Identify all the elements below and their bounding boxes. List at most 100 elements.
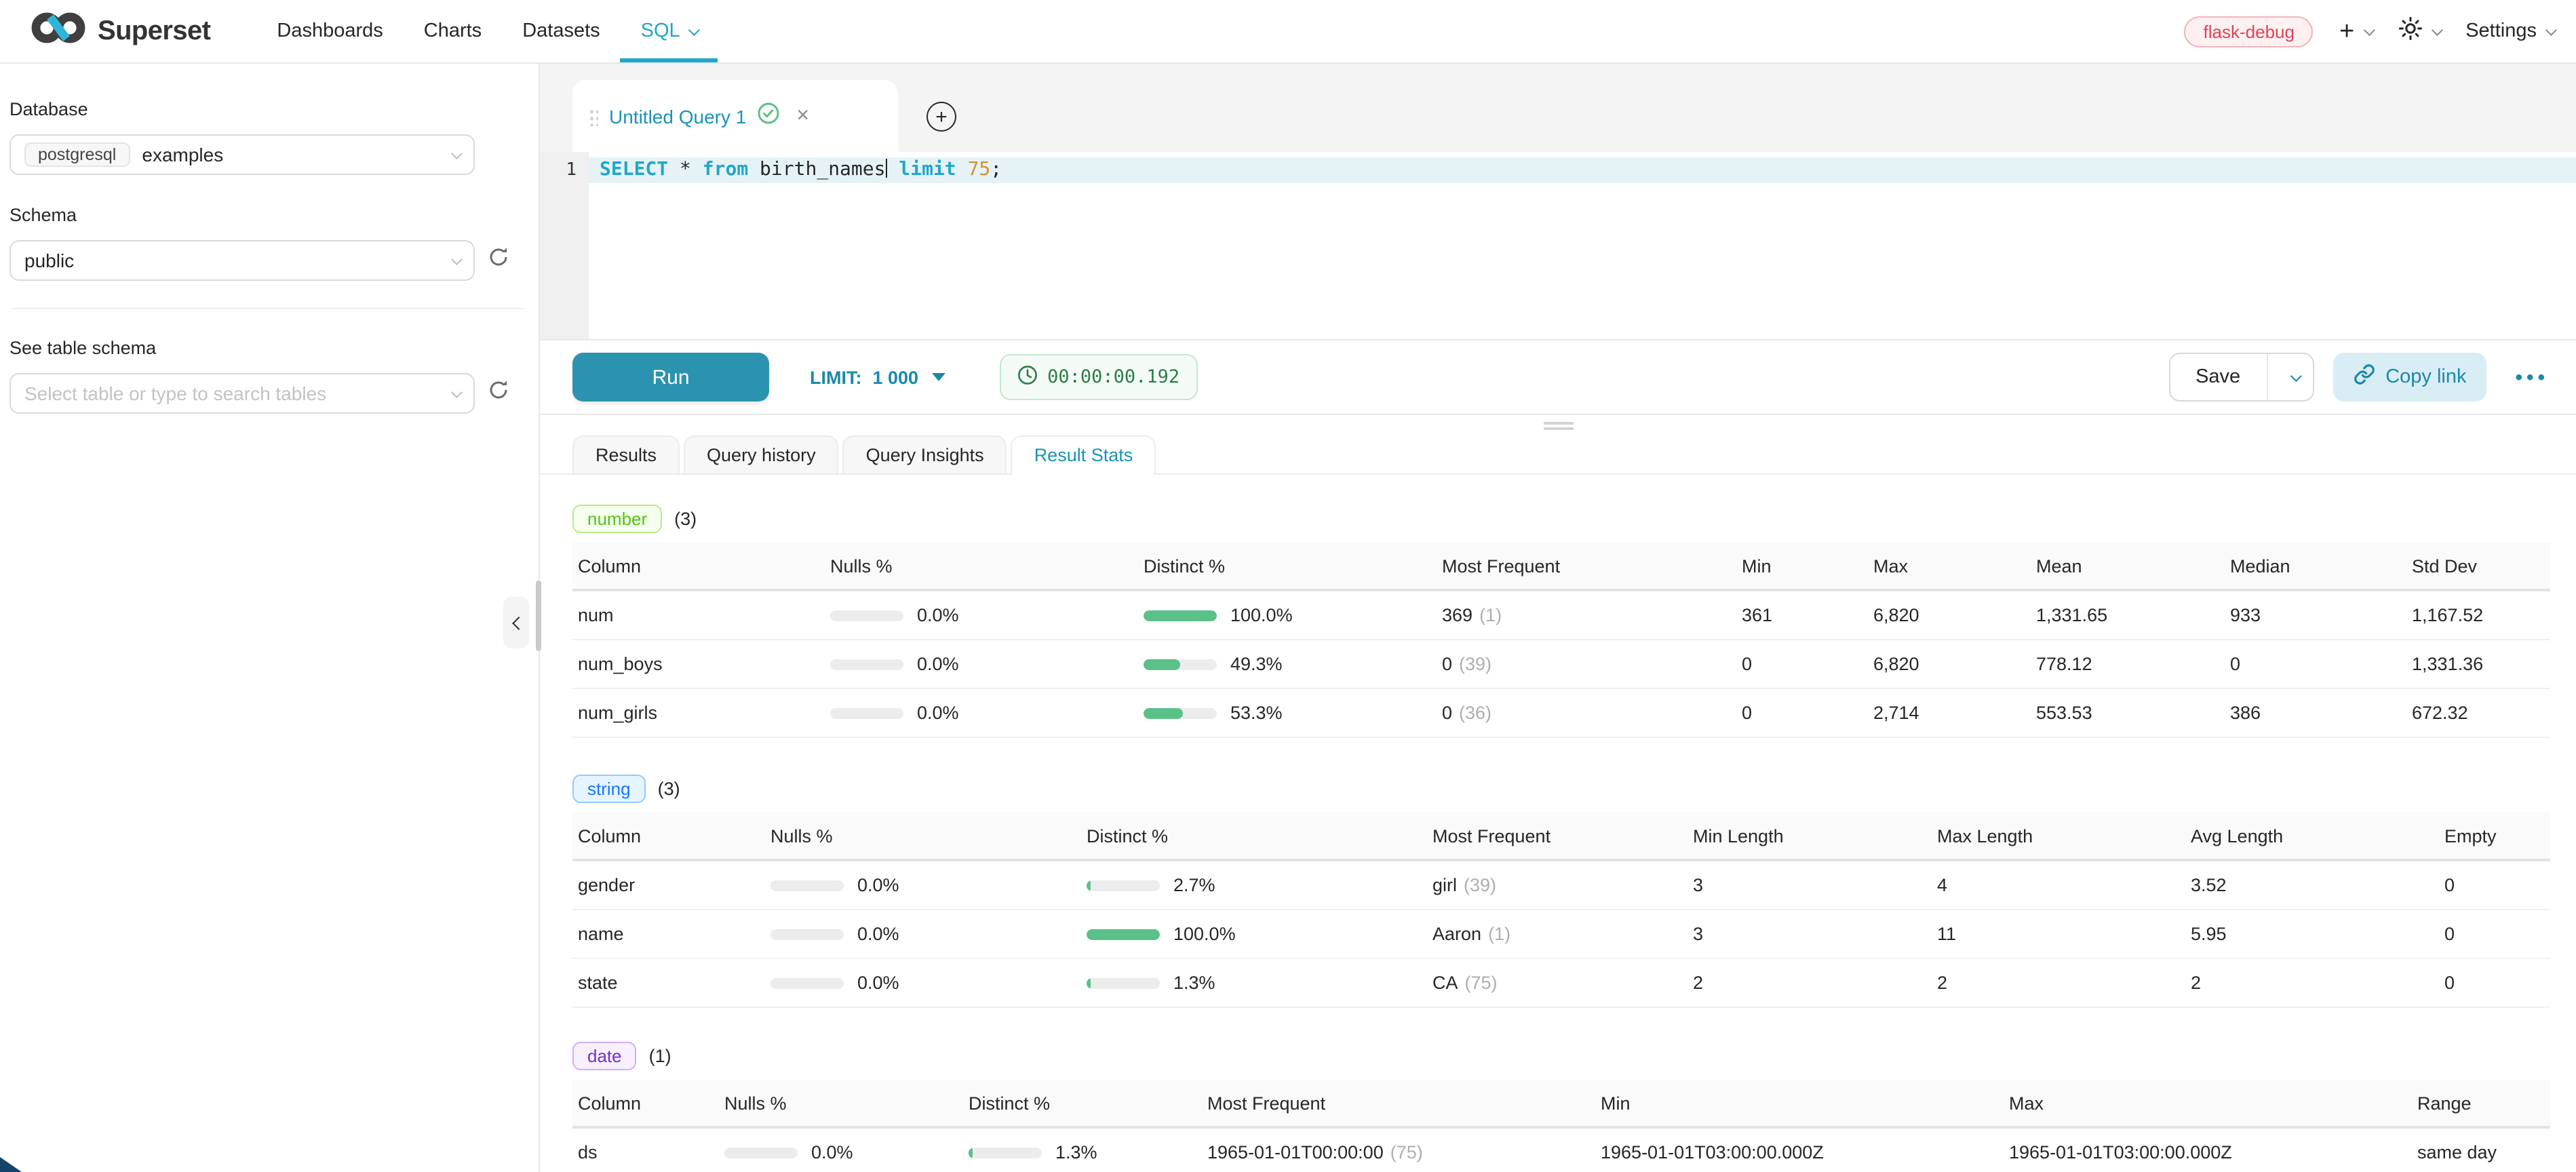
chevron-down-icon	[2431, 24, 2442, 36]
nulls-bar-cell: 0.0%	[825, 654, 1138, 674]
type-badge-date: date	[572, 1042, 637, 1070]
distinct-bar-cell: 1.3%	[963, 1142, 1202, 1163]
refresh-icon[interactable]	[487, 378, 510, 408]
table-row: num_boys 0.0% 49.3% 0(39) 06,820 778.120…	[572, 640, 2550, 689]
type-badge-string: string	[572, 775, 646, 803]
line-number: 1	[540, 157, 577, 183]
table-row: ds 0.0% 1.3% 1965-01-01T00:00:00(75) 196…	[572, 1129, 2550, 1172]
table-schema-label: See table schema	[9, 338, 528, 358]
chevron-down-icon	[451, 387, 463, 398]
refresh-icon[interactable]	[487, 246, 510, 275]
code-line[interactable]: SELECT * from birth_names limit 75;	[589, 157, 2576, 183]
sql-editor-panel: Untitled Query 1 × + 1 SELECT * from bir…	[540, 64, 2576, 1172]
results-tabstrip: Results Query history Query Insights Res…	[540, 437, 2576, 475]
table-header: ColumnNulls % Distinct %Most Frequent Mi…	[572, 1080, 2550, 1129]
check-circle-icon	[757, 101, 780, 131]
chevron-down-icon	[2363, 24, 2375, 36]
nulls-bar-cell: 0.0%	[765, 875, 1081, 895]
tab-query-insights[interactable]: Query Insights	[843, 435, 1007, 473]
nulls-bar-cell: 0.0%	[765, 924, 1081, 944]
tab-result-stats[interactable]: Result Stats	[1011, 435, 1156, 473]
chevron-down-icon	[2290, 370, 2301, 382]
nav-sql[interactable]: SQL	[621, 0, 718, 62]
add-tab-button[interactable]: +	[926, 102, 956, 132]
query-tab-title: Untitled Query 1	[609, 105, 746, 127]
distinct-bar-cell: 49.3%	[1138, 654, 1437, 674]
editor-gutter: 1	[540, 152, 589, 339]
table-row: gender 0.0% 2.7% girl(39) 34 3.520	[572, 861, 2550, 910]
chevron-down-icon	[451, 254, 463, 265]
distinct-bar-cell: 100.0%	[1138, 605, 1437, 625]
superset-logo-icon	[30, 9, 87, 53]
save-button[interactable]: Save	[2170, 354, 2266, 400]
table-row: state 0.0% 1.3% CA(75) 22 20	[572, 959, 2550, 1008]
database-label: Database	[9, 99, 528, 119]
editor-tabstrip: Untitled Query 1 × +	[540, 64, 2576, 152]
nav-charts[interactable]: Charts	[404, 0, 502, 62]
chevron-left-icon	[511, 616, 525, 629]
editor-code-area[interactable]: SELECT * from birth_names limit 75;	[589, 152, 2576, 339]
settings-menu[interactable]: Settings	[2465, 20, 2554, 42]
tab-results[interactable]: Results	[572, 435, 680, 473]
save-options-button[interactable]	[2266, 354, 2312, 400]
column-count: (3)	[658, 779, 680, 799]
plus-icon: +	[2339, 18, 2354, 44]
clock-icon	[1017, 364, 1038, 390]
tab-query-history[interactable]: Query history	[684, 435, 839, 473]
table-select[interactable]	[9, 373, 475, 414]
copy-link-button[interactable]: Copy link	[2333, 353, 2486, 402]
editor-toolbar: Run LIMIT: 1 000 00:00:00.192 Save	[540, 339, 2576, 415]
sql-code-editor[interactable]: 1 SELECT * from birth_names limit 75;	[540, 152, 2576, 339]
close-icon[interactable]: ×	[796, 105, 809, 127]
distinct-bar-cell: 2.7%	[1081, 875, 1427, 895]
new-item-button[interactable]: +	[2339, 18, 2372, 44]
table-header: ColumnNulls % Distinct %Most Frequent Mi…	[572, 813, 2550, 861]
result-stats-panel: number (3) ColumnNulls % Distinct %Most …	[540, 475, 2576, 1172]
database-engine-tag: postgresql	[24, 142, 130, 167]
table-row: num_girls 0.0% 53.3% 0(36) 02,714 553.53…	[572, 689, 2550, 738]
nav-dashboards[interactable]: Dashboards	[256, 0, 403, 62]
distinct-bar-cell: 1.3%	[1081, 973, 1427, 993]
sql-lab-sidebar: Database postgresql examples Schema publ…	[0, 64, 540, 1172]
nulls-bar-cell: 0.0%	[765, 973, 1081, 993]
nulls-bar-cell: 0.0%	[719, 1142, 963, 1163]
table-row: name 0.0% 100.0% Aaron(1) 311 5.950	[572, 910, 2550, 959]
chevron-down-icon	[689, 24, 701, 36]
string-section-header: string (3)	[572, 775, 2550, 803]
pane-resize-handle[interactable]	[540, 415, 2576, 437]
date-stats-table: ColumnNulls % Distinct %Most Frequent Mi…	[572, 1080, 2550, 1172]
date-section-header: date (1)	[572, 1042, 2550, 1070]
column-count: (3)	[674, 509, 697, 529]
string-stats-table: ColumnNulls % Distinct %Most Frequent Mi…	[572, 813, 2550, 1008]
column-count: (1)	[649, 1046, 671, 1066]
table-header: ColumnNulls % Distinct %Most Frequent Mi…	[572, 543, 2550, 591]
superset-sql-lab: Superset Dashboards Charts Datasets SQL …	[0, 0, 2576, 1172]
number-stats-table: ColumnNulls % Distinct %Most Frequent Mi…	[572, 543, 2550, 738]
schema-select[interactable]: public	[9, 240, 475, 281]
limit-dropdown[interactable]: LIMIT: 1 000	[810, 367, 945, 387]
theme-toggle-button[interactable]	[2398, 16, 2440, 47]
caret-down-icon	[932, 373, 945, 381]
schema-label: Schema	[9, 205, 528, 225]
run-button[interactable]: Run	[572, 353, 769, 402]
table-search-input[interactable]	[24, 383, 418, 404]
sidebar-collapse-button[interactable]	[503, 597, 529, 648]
nav-datasets[interactable]: Datasets	[502, 0, 620, 62]
navbar-right: flask-debug + Settings	[2185, 16, 2554, 47]
nulls-bar-cell: 0.0%	[825, 605, 1138, 625]
nulls-bar-cell: 0.0%	[825, 703, 1138, 723]
superset-brand[interactable]: Superset	[30, 9, 210, 53]
sun-icon	[2398, 16, 2422, 47]
drag-handle-icon[interactable]	[589, 106, 598, 125]
main-nav: Dashboards Charts Datasets SQL	[256, 0, 718, 62]
more-actions-button[interactable]: •••	[2515, 366, 2549, 389]
chevron-down-icon	[2545, 24, 2557, 36]
database-name: examples	[142, 144, 223, 165]
scrollbar-thumb[interactable]	[536, 581, 541, 651]
plus-icon: +	[935, 106, 948, 127]
distinct-bar-cell: 53.3%	[1138, 703, 1437, 723]
link-icon	[2353, 364, 2375, 391]
query-tab[interactable]: Untitled Query 1 ×	[572, 80, 898, 152]
database-select[interactable]: postgresql examples	[9, 134, 475, 175]
distinct-bar-cell: 100.0%	[1081, 924, 1427, 944]
